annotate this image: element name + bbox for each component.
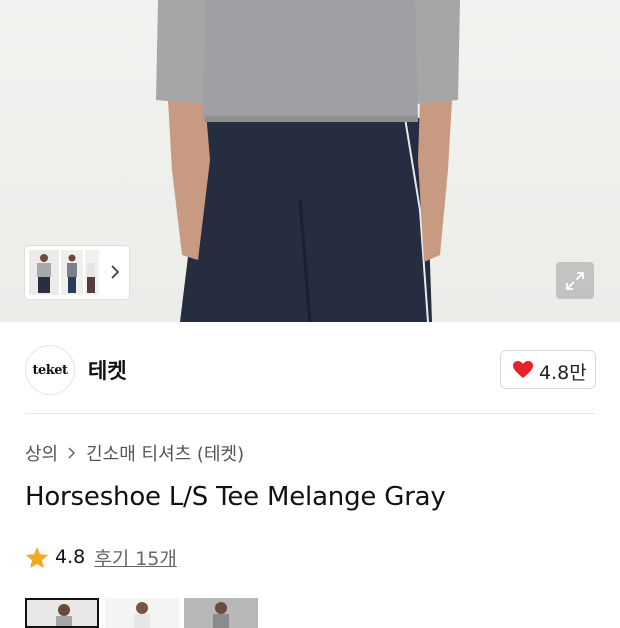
rating-value: 4.8 <box>55 546 86 568</box>
expand-button[interactable] <box>556 262 594 299</box>
divider <box>25 413 595 414</box>
brand-logo-text: teket <box>32 362 68 378</box>
expand-icon <box>566 272 584 290</box>
star-icon <box>26 546 48 568</box>
brand-row: teket 테켓 4.8만 <box>0 322 620 414</box>
breadcrumb-category[interactable]: 상의 <box>25 440 58 466</box>
thumbnail-strip[interactable] <box>25 246 129 299</box>
review-link[interactable]: 후기 15개 <box>94 544 177 571</box>
variant-image <box>105 598 179 628</box>
chevron-right-icon[interactable] <box>109 263 121 281</box>
like-count: 4.8만 <box>539 362 587 384</box>
variant-image <box>27 600 97 626</box>
breadcrumb: 상의 긴소매 티셔츠 (테켓) <box>25 440 244 466</box>
variant-image <box>184 598 258 628</box>
variant-swatch[interactable] <box>184 598 258 628</box>
product-title: Horseshoe L/S Tee Melange Gray <box>25 482 446 512</box>
like-button[interactable]: 4.8만 <box>500 350 596 389</box>
variant-swatch[interactable] <box>25 598 99 628</box>
variant-swatch[interactable] <box>105 598 179 628</box>
rating-row: 4.8 후기 15개 <box>25 544 177 570</box>
brand-name[interactable]: 테켓 <box>88 355 127 385</box>
brand-logo[interactable]: teket <box>25 345 75 395</box>
thumbnail-images <box>29 250 99 295</box>
chevron-right-icon <box>68 447 76 459</box>
product-image[interactable] <box>0 0 620 322</box>
breadcrumb-subcategory[interactable]: 긴소매 티셔츠 (테켓) <box>86 440 244 466</box>
heart-icon <box>513 361 533 378</box>
